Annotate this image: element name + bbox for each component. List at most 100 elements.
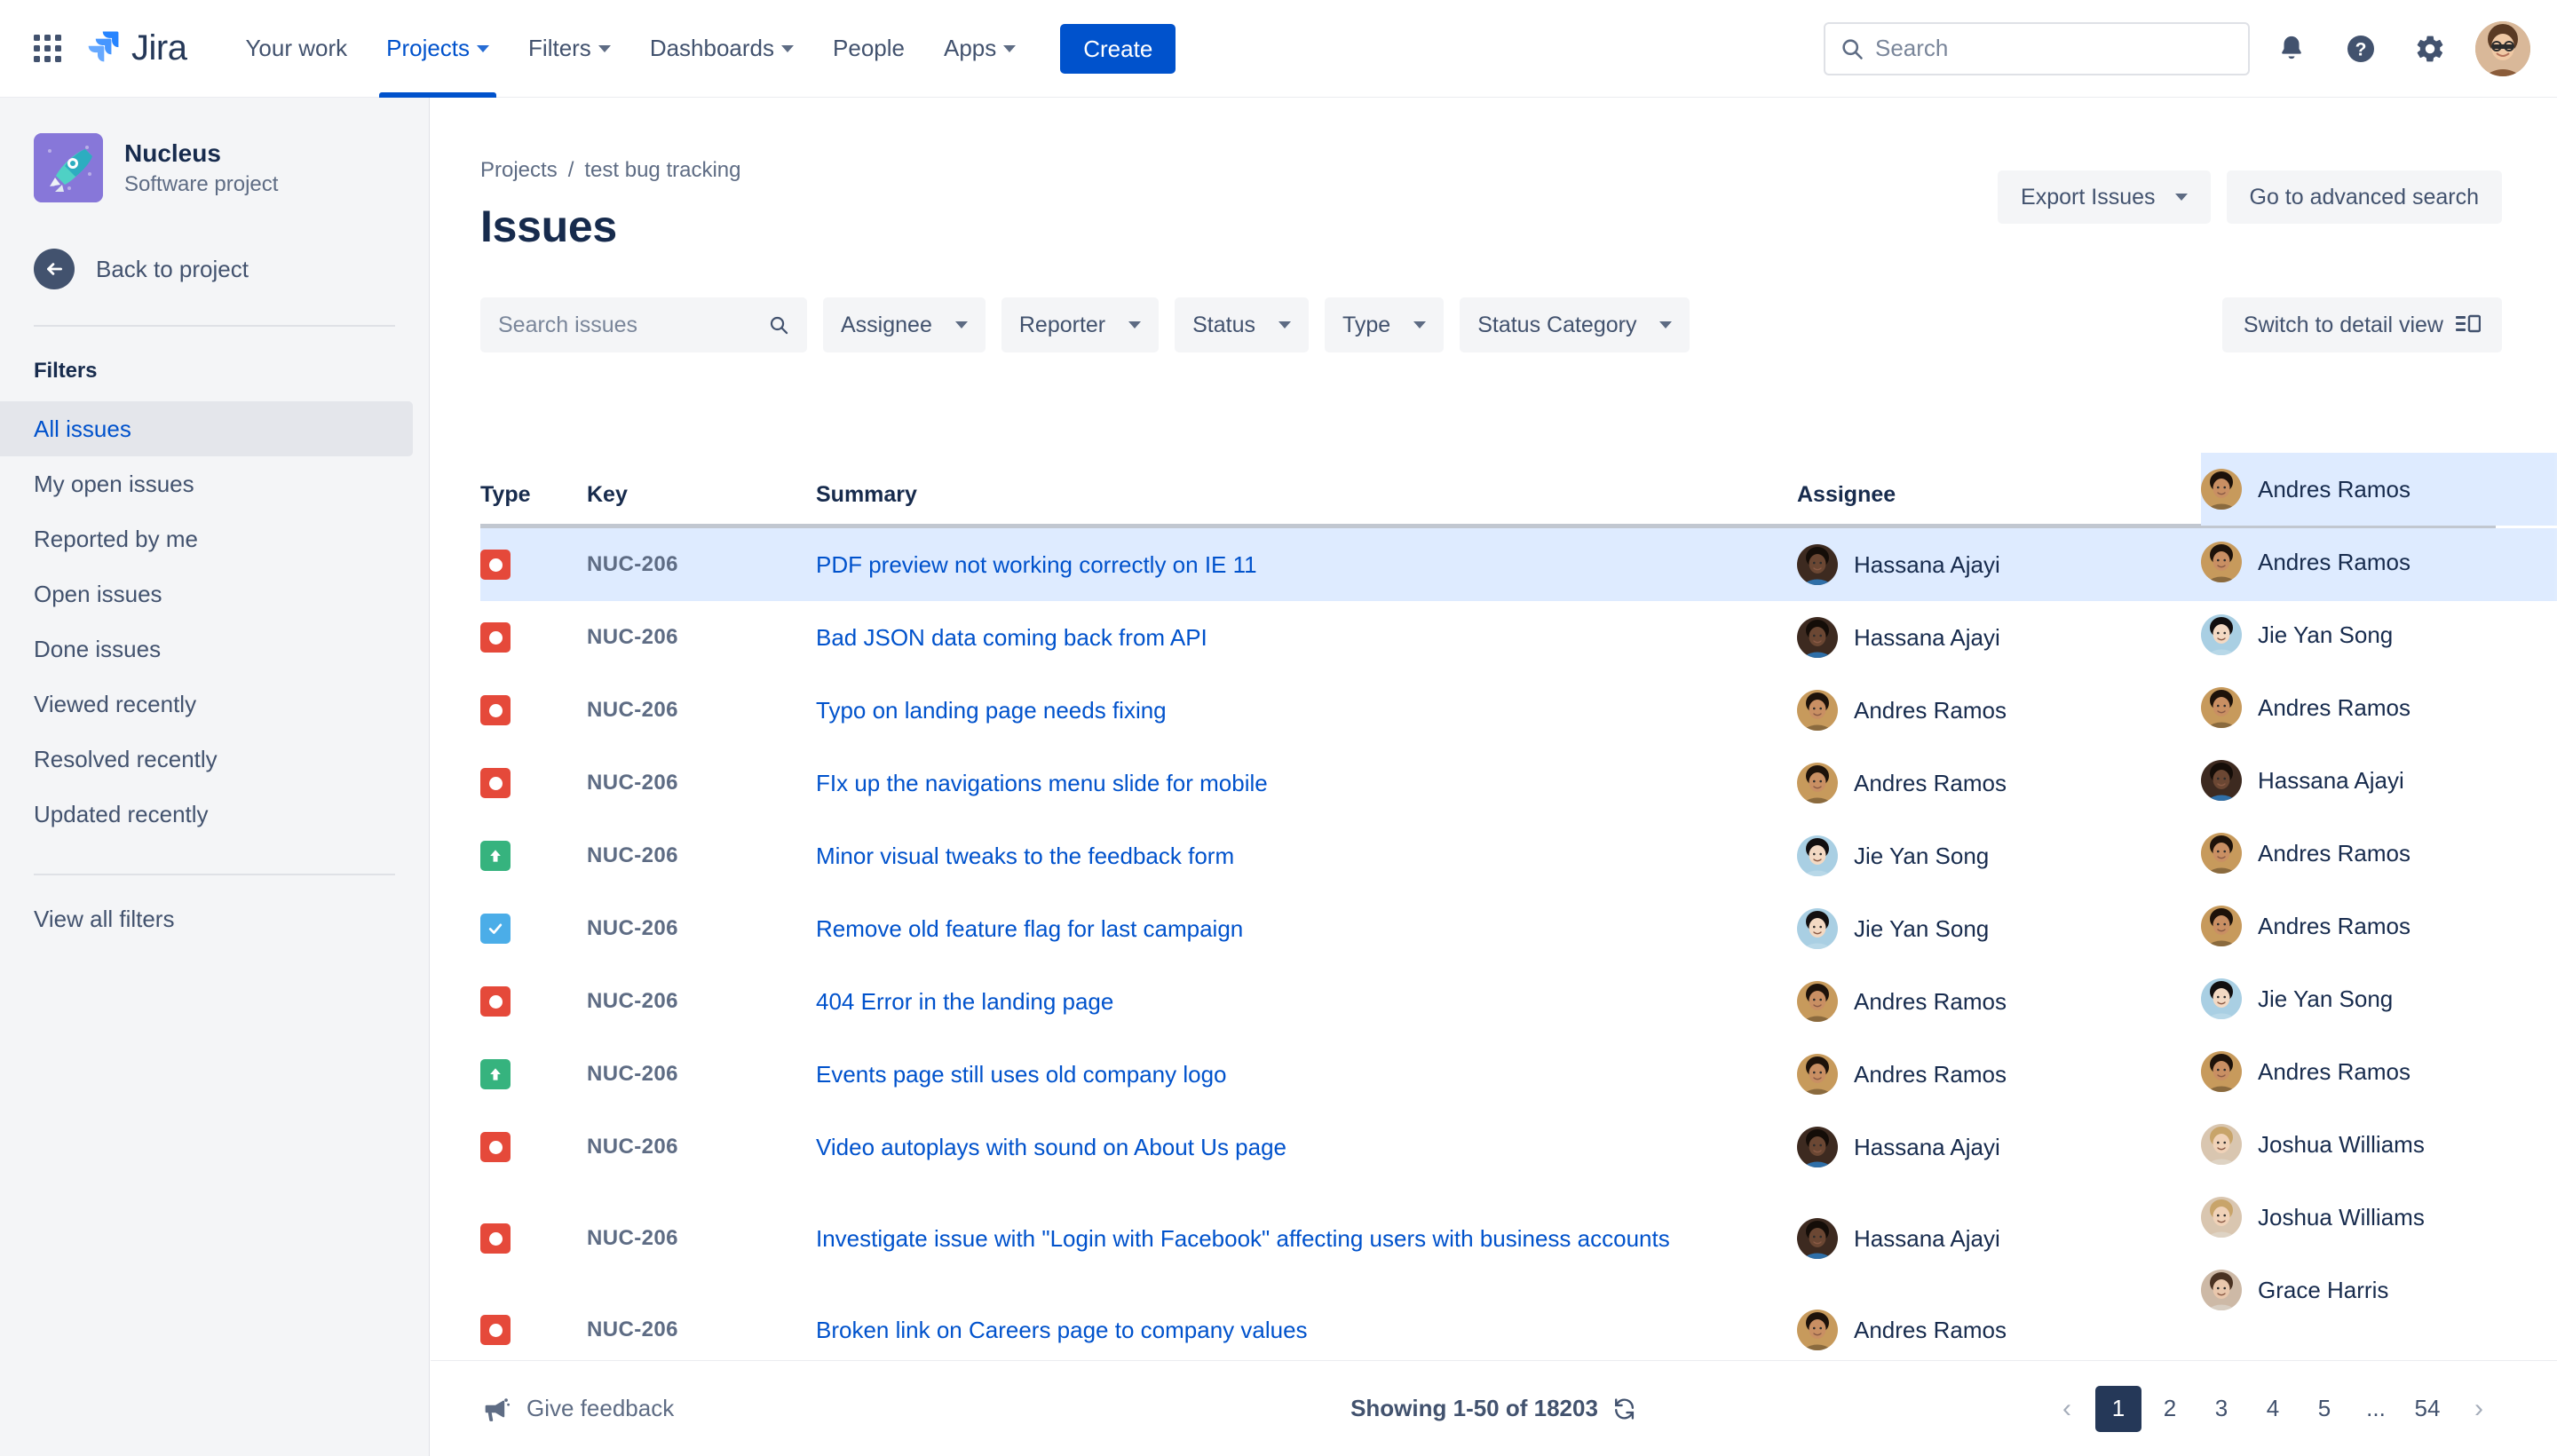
search-issues-box[interactable] bbox=[480, 297, 807, 352]
reporter-cell[interactable]: Andres Ramos bbox=[2201, 890, 2557, 962]
cell-key[interactable]: NUC-206 bbox=[587, 989, 816, 1014]
back-to-project-button[interactable]: Back to project bbox=[34, 249, 429, 289]
sidebar-item-reported-by-me[interactable]: Reported by me bbox=[0, 511, 413, 566]
create-button[interactable]: Create bbox=[1060, 23, 1176, 74]
cell-key[interactable]: NUC-206 bbox=[587, 1318, 816, 1342]
nav-item-people[interactable]: People bbox=[813, 0, 924, 98]
cell-summary[interactable]: Typo on landing page needs fixing bbox=[816, 694, 1797, 727]
reporter[interactable]: Joshua Williams bbox=[2201, 1124, 2425, 1165]
reporter-cell[interactable]: Andres Ramos bbox=[2201, 817, 2557, 890]
cell-key[interactable]: NUC-206 bbox=[587, 1135, 816, 1159]
cell-key[interactable]: NUC-206 bbox=[587, 771, 816, 795]
nav-item-dashboards[interactable]: Dashboards bbox=[630, 0, 813, 98]
issue-summary-link[interactable]: Video autoplays with sound on About Us p… bbox=[816, 1131, 1286, 1164]
breadcrumb-projects[interactable]: Projects bbox=[480, 158, 558, 183]
reporter[interactable]: Jie Yan Song bbox=[2201, 614, 2393, 655]
reporter[interactable]: Andres Ramos bbox=[2201, 906, 2411, 946]
export-issues-button[interactable]: Export Issues bbox=[1998, 170, 2211, 224]
reporter-cell[interactable]: Joshua Williams bbox=[2201, 1181, 2557, 1254]
cell-key[interactable]: NUC-206 bbox=[587, 1062, 816, 1087]
reporter-cell[interactable]: Joshua Williams bbox=[2201, 1108, 2557, 1181]
pagination-page-3[interactable]: 3 bbox=[2198, 1386, 2244, 1432]
cell-summary[interactable]: 404 Error in the landing page bbox=[816, 985, 1797, 1018]
issue-summary-link[interactable]: Bad JSON data coming back from API bbox=[816, 621, 1207, 654]
sidebar-item-my-open-issues[interactable]: My open issues bbox=[0, 456, 413, 511]
cell-summary[interactable]: Video autoplays with sound on About Us p… bbox=[816, 1131, 1797, 1164]
reporter-cell[interactable]: Jie Yan Song bbox=[2201, 598, 2557, 671]
column-header-type[interactable]: Type bbox=[480, 482, 587, 508]
help-icon[interactable]: ? bbox=[2333, 21, 2388, 76]
project-header[interactable]: Nucleus Software project bbox=[0, 98, 429, 202]
assignee[interactable]: Andres Ramos bbox=[1797, 981, 2007, 1022]
cell-key[interactable]: NUC-206 bbox=[587, 843, 816, 868]
issue-summary-link[interactable]: Broken link on Careers page to company v… bbox=[816, 1314, 1308, 1347]
cell-summary[interactable]: Remove old feature flag for last campaig… bbox=[816, 913, 1797, 946]
reporter[interactable]: Jie Yan Song bbox=[2201, 978, 2393, 1019]
pagination-prev[interactable]: ‹ bbox=[2044, 1386, 2090, 1432]
pagination-page-54[interactable]: 54 bbox=[2404, 1386, 2450, 1432]
sidebar-item-updated-recently[interactable]: Updated recently bbox=[0, 787, 413, 842]
nav-item-projects[interactable]: Projects bbox=[367, 0, 509, 98]
assignee[interactable]: Andres Ramos bbox=[1797, 690, 2007, 731]
reporter[interactable]: Grace Harris bbox=[2201, 1270, 2388, 1310]
sidebar-item-open-issues[interactable]: Open issues bbox=[0, 566, 413, 621]
user-avatar[interactable] bbox=[2475, 20, 2530, 76]
nav-item-your-work[interactable]: Your work bbox=[226, 0, 367, 98]
issue-summary-link[interactable]: PDF preview not working correctly on IE … bbox=[816, 549, 1257, 582]
settings-gear-icon[interactable] bbox=[2403, 21, 2458, 76]
sidebar-item-viewed-recently[interactable]: Viewed recently bbox=[0, 677, 413, 732]
assignee[interactable]: Andres Ramos bbox=[1797, 1054, 2007, 1095]
sidebar-item-done-issues[interactable]: Done issues bbox=[0, 621, 413, 677]
cell-summary[interactable]: Investigate issue with "Login with Faceb… bbox=[816, 1223, 1797, 1255]
notifications-bell-icon[interactable] bbox=[2264, 21, 2319, 76]
reporter-cell[interactable]: Andres Ramos bbox=[2201, 526, 2557, 598]
reporter[interactable]: Andres Ramos bbox=[2201, 833, 2411, 874]
app-switcher-icon[interactable] bbox=[23, 25, 71, 73]
cell-summary[interactable]: Broken link on Careers page to company v… bbox=[816, 1314, 1797, 1347]
reporter-cell[interactable]: Andres Ramos bbox=[2201, 453, 2557, 526]
cell-key[interactable]: NUC-206 bbox=[587, 698, 816, 723]
assignee[interactable]: Hassana Ajayi bbox=[1797, 1127, 2000, 1167]
assignee[interactable]: Hassana Ajayi bbox=[1797, 544, 2000, 585]
issue-summary-link[interactable]: 404 Error in the landing page bbox=[816, 985, 1113, 1018]
pagination-page-5[interactable]: 5 bbox=[2301, 1386, 2347, 1432]
pagination-page-1[interactable]: 1 bbox=[2095, 1385, 2141, 1432]
switch-to-detail-view-button[interactable]: Switch to detail view bbox=[2221, 297, 2502, 352]
filter-dropdown-reporter[interactable]: Reporter bbox=[1001, 297, 1160, 352]
reporter[interactable]: Andres Ramos bbox=[2201, 687, 2411, 728]
issue-summary-link[interactable]: Remove old feature flag for last campaig… bbox=[816, 913, 1243, 946]
cell-key[interactable]: NUC-206 bbox=[587, 916, 816, 941]
issue-summary-link[interactable]: FIx up the navigations menu slide for mo… bbox=[816, 767, 1268, 800]
cell-key[interactable]: NUC-206 bbox=[587, 1226, 816, 1251]
cell-summary[interactable]: PDF preview not working correctly on IE … bbox=[816, 549, 1797, 582]
sidebar-item-resolved-recently[interactable]: Resolved recently bbox=[0, 732, 413, 787]
global-search-input[interactable] bbox=[1875, 35, 2234, 62]
filter-dropdown-assignee[interactable]: Assignee bbox=[823, 297, 986, 352]
cell-summary[interactable]: Bad JSON data coming back from API bbox=[816, 621, 1797, 654]
reporter[interactable]: Andres Ramos bbox=[2201, 542, 2411, 582]
view-all-filters-link[interactable]: View all filters bbox=[0, 891, 429, 946]
reporter-cell[interactable]: Jie Yan Song bbox=[2201, 962, 2557, 1035]
breadcrumb-current[interactable]: test bug tracking bbox=[584, 158, 740, 183]
cell-summary[interactable]: Events page still uses old company logo bbox=[816, 1058, 1797, 1091]
issue-summary-link[interactable]: Minor visual tweaks to the feedback form bbox=[816, 840, 1234, 873]
reporter[interactable]: Andres Ramos bbox=[2201, 1051, 2411, 1092]
cell-key[interactable]: NUC-206 bbox=[587, 552, 816, 577]
pagination-next[interactable]: › bbox=[2456, 1386, 2502, 1432]
sidebar-item-all-issues[interactable]: All issues bbox=[0, 401, 413, 456]
nav-item-filters[interactable]: Filters bbox=[509, 0, 630, 98]
assignee[interactable]: Hassana Ajayi bbox=[1797, 617, 2000, 658]
column-header-key[interactable]: Key bbox=[587, 482, 816, 508]
nav-item-apps[interactable]: Apps bbox=[924, 0, 1035, 98]
assignee[interactable]: Jie Yan Song bbox=[1797, 835, 1989, 876]
jira-logo[interactable]: Jira bbox=[82, 26, 187, 72]
filter-dropdown-type[interactable]: Type bbox=[1325, 297, 1445, 352]
reporter[interactable]: Andres Ramos bbox=[2201, 469, 2411, 510]
cell-summary[interactable]: Minor visual tweaks to the feedback form bbox=[816, 840, 1797, 873]
assignee[interactable]: Andres Ramos bbox=[1797, 1310, 2007, 1350]
assignee[interactable]: Hassana Ajayi bbox=[1797, 1218, 2000, 1259]
reporter[interactable]: Hassana Ajayi bbox=[2201, 760, 2404, 801]
column-header-summary[interactable]: Summary bbox=[816, 482, 1797, 508]
give-feedback-button[interactable]: Give feedback bbox=[480, 1394, 674, 1424]
filter-dropdown-status[interactable]: Status bbox=[1175, 297, 1309, 352]
